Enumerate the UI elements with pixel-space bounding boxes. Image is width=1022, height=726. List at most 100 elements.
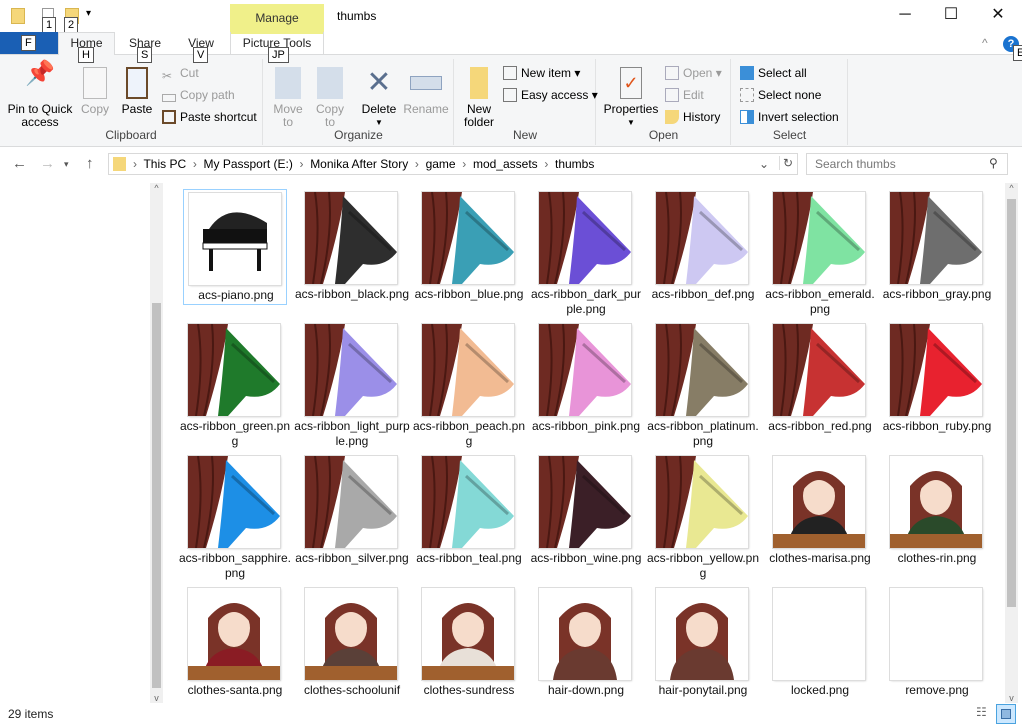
copy-to-button[interactable]: Copy to bbox=[312, 67, 348, 129]
folder-icon bbox=[113, 157, 126, 171]
file-item[interactable]: acs-ribbon_def.png bbox=[651, 189, 755, 305]
file-item[interactable]: remove.png bbox=[885, 585, 989, 701]
select-none-button[interactable]: Select none bbox=[740, 85, 821, 105]
forward-button[interactable]: → bbox=[40, 155, 55, 172]
title-bar: 1 2 ▾ Manage thumbs ─ ☐ ✕ bbox=[0, 0, 1022, 34]
copy-path-button[interactable]: Copy path bbox=[162, 85, 235, 105]
file-tab[interactable]: F bbox=[0, 32, 58, 54]
open-group: ✓ Properties ▼ Open ▾ Edit History Open bbox=[597, 59, 731, 145]
new-item-button[interactable]: New item ▾ bbox=[503, 63, 580, 83]
collapse-ribbon-icon[interactable]: ^ bbox=[982, 36, 988, 50]
close-button[interactable]: ✕ bbox=[975, 4, 1021, 28]
paste-label: Paste bbox=[121, 102, 153, 116]
thumbnail-image bbox=[890, 324, 982, 416]
file-item[interactable]: acs-ribbon_green.png bbox=[180, 321, 290, 448]
file-item[interactable]: acs-ribbon_black.png bbox=[295, 189, 409, 305]
properties-button[interactable]: ✓ Properties ▼ bbox=[601, 67, 661, 129]
history-button[interactable]: History bbox=[665, 107, 720, 127]
minimize-button[interactable]: ─ bbox=[882, 4, 928, 28]
back-button[interactable]: ← bbox=[12, 155, 27, 172]
delete-button[interactable]: ✕ Delete ▼ bbox=[358, 67, 400, 129]
file-item[interactable]: hair-down.png bbox=[534, 585, 638, 701]
pin-to-quick-access-button[interactable]: 📌 Pin to Quick access bbox=[4, 62, 76, 129]
easy-access-button[interactable]: Easy access ▾ bbox=[503, 85, 598, 105]
file-item[interactable]: acs-piano.png bbox=[183, 189, 287, 305]
large-icons-view-button[interactable] bbox=[996, 704, 1016, 724]
crumb-mod-assets[interactable]: mod_assets bbox=[473, 157, 538, 171]
file-name: acs-ribbon_green.png bbox=[179, 419, 291, 448]
edit-button[interactable]: Edit bbox=[665, 85, 704, 105]
thumbnail-image bbox=[890, 192, 982, 284]
file-item[interactable]: acs-ribbon_peach.png bbox=[413, 321, 525, 448]
new-folder-button[interactable]: New folder bbox=[459, 67, 499, 129]
organize-group: Move to Copy to ✕ Delete ▼ Rename Organi… bbox=[264, 59, 454, 145]
file-name: acs-ribbon_emerald.png bbox=[765, 287, 875, 316]
cut-button[interactable]: ✂ Cut bbox=[162, 63, 199, 83]
file-item[interactable]: acs-ribbon_dark_purple.png bbox=[531, 189, 641, 316]
paste-shortcut-label: Paste shortcut bbox=[180, 110, 257, 124]
file-item[interactable]: acs-ribbon_blue.png bbox=[415, 189, 523, 305]
thumbnail-image bbox=[188, 456, 280, 548]
crumb-monika-after-story[interactable]: Monika After Story bbox=[310, 157, 408, 171]
file-name: acs-ribbon_blue.png bbox=[414, 287, 524, 301]
crumb-thumbs[interactable]: thumbs bbox=[555, 157, 594, 171]
file-item[interactable]: acs-ribbon_pink.png bbox=[532, 321, 640, 437]
move-to-button[interactable]: Move to bbox=[270, 67, 306, 129]
file-item[interactable]: clothes-schoolunif bbox=[300, 585, 404, 701]
rename-button[interactable]: Rename bbox=[402, 67, 450, 116]
up-button[interactable]: ↑ bbox=[86, 155, 94, 172]
file-item[interactable]: hair-ponytail.png bbox=[651, 585, 755, 701]
nav-pane-scrollbar[interactable]: ^ v bbox=[150, 183, 163, 703]
file-item[interactable]: acs-ribbon_light_purple.png bbox=[294, 321, 410, 448]
invert-selection-button[interactable]: Invert selection bbox=[740, 107, 839, 127]
file-item[interactable]: acs-ribbon_red.png bbox=[768, 321, 872, 437]
customize-quick-access-icon[interactable]: ▾ bbox=[86, 8, 91, 19]
thumbnail-image bbox=[539, 192, 631, 284]
open-button[interactable]: Open ▾ bbox=[665, 63, 722, 83]
file-item[interactable]: acs-ribbon_gray.png bbox=[883, 189, 991, 305]
maximize-button[interactable]: ☐ bbox=[928, 4, 974, 28]
paste-shortcut-button[interactable]: Paste shortcut bbox=[162, 107, 257, 127]
cut-label: Cut bbox=[180, 66, 199, 80]
thumbnail-image bbox=[890, 588, 982, 680]
file-item[interactable]: acs-ribbon_ruby.png bbox=[883, 321, 991, 437]
file-name: acs-ribbon_red.png bbox=[768, 419, 872, 433]
keytip-1: 1 bbox=[42, 17, 57, 33]
file-name: clothes-marisa.png bbox=[769, 551, 871, 565]
file-item[interactable]: acs-ribbon_platinum.png bbox=[647, 321, 759, 448]
copy-button[interactable]: Copy bbox=[78, 67, 112, 116]
details-view-button[interactable]: ☷ bbox=[976, 705, 993, 722]
copy-icon bbox=[83, 67, 107, 99]
manage-context-tab[interactable]: Manage bbox=[230, 4, 324, 34]
copy-path-label: Copy path bbox=[180, 88, 235, 102]
file-item[interactable]: acs-ribbon_wine.png bbox=[531, 453, 641, 569]
refresh-icon[interactable]: ↻ bbox=[779, 156, 793, 170]
recent-locations-button[interactable]: ▾ bbox=[64, 159, 69, 170]
crumb-this-pc[interactable]: This PC bbox=[143, 157, 186, 171]
clipboard-group-label: Clipboard bbox=[105, 128, 157, 142]
easy-access-label: Easy access bbox=[521, 88, 589, 102]
address-bar[interactable]: › This PC › My Passport (E:) › Monika Af… bbox=[108, 153, 798, 175]
paste-button[interactable]: Paste bbox=[118, 67, 156, 116]
file-item[interactable]: clothes-marisa.png bbox=[768, 453, 872, 569]
file-item[interactable]: acs-ribbon_emerald.png bbox=[765, 189, 875, 316]
crumb-my-passport[interactable]: My Passport (E:) bbox=[203, 157, 292, 171]
file-item[interactable]: clothes-rin.png bbox=[885, 453, 989, 569]
search-box[interactable]: Search thumbs ⚲ bbox=[806, 153, 1008, 175]
address-dropdown-icon[interactable]: ⌄ bbox=[759, 157, 769, 171]
file-item[interactable]: clothes-sundress bbox=[417, 585, 521, 701]
file-item[interactable]: acs-ribbon_sapphire.png bbox=[179, 453, 291, 580]
select-none-icon bbox=[740, 88, 754, 102]
content-scrollbar[interactable]: ^ v bbox=[1005, 183, 1018, 703]
crumb-game[interactable]: game bbox=[426, 157, 456, 171]
edit-icon bbox=[665, 88, 679, 102]
file-item[interactable]: locked.png bbox=[768, 585, 872, 701]
file-item[interactable]: acs-ribbon_yellow.png bbox=[647, 453, 759, 580]
new-folder-icon bbox=[470, 67, 488, 99]
folder-icon bbox=[11, 8, 25, 24]
file-item[interactable]: clothes-santa.png bbox=[183, 585, 287, 701]
select-all-button[interactable]: Select all bbox=[740, 63, 807, 83]
file-item[interactable]: acs-ribbon_silver.png bbox=[295, 453, 409, 569]
search-input[interactable]: Search thumbs bbox=[815, 157, 896, 171]
file-item[interactable]: acs-ribbon_teal.png bbox=[416, 453, 522, 569]
